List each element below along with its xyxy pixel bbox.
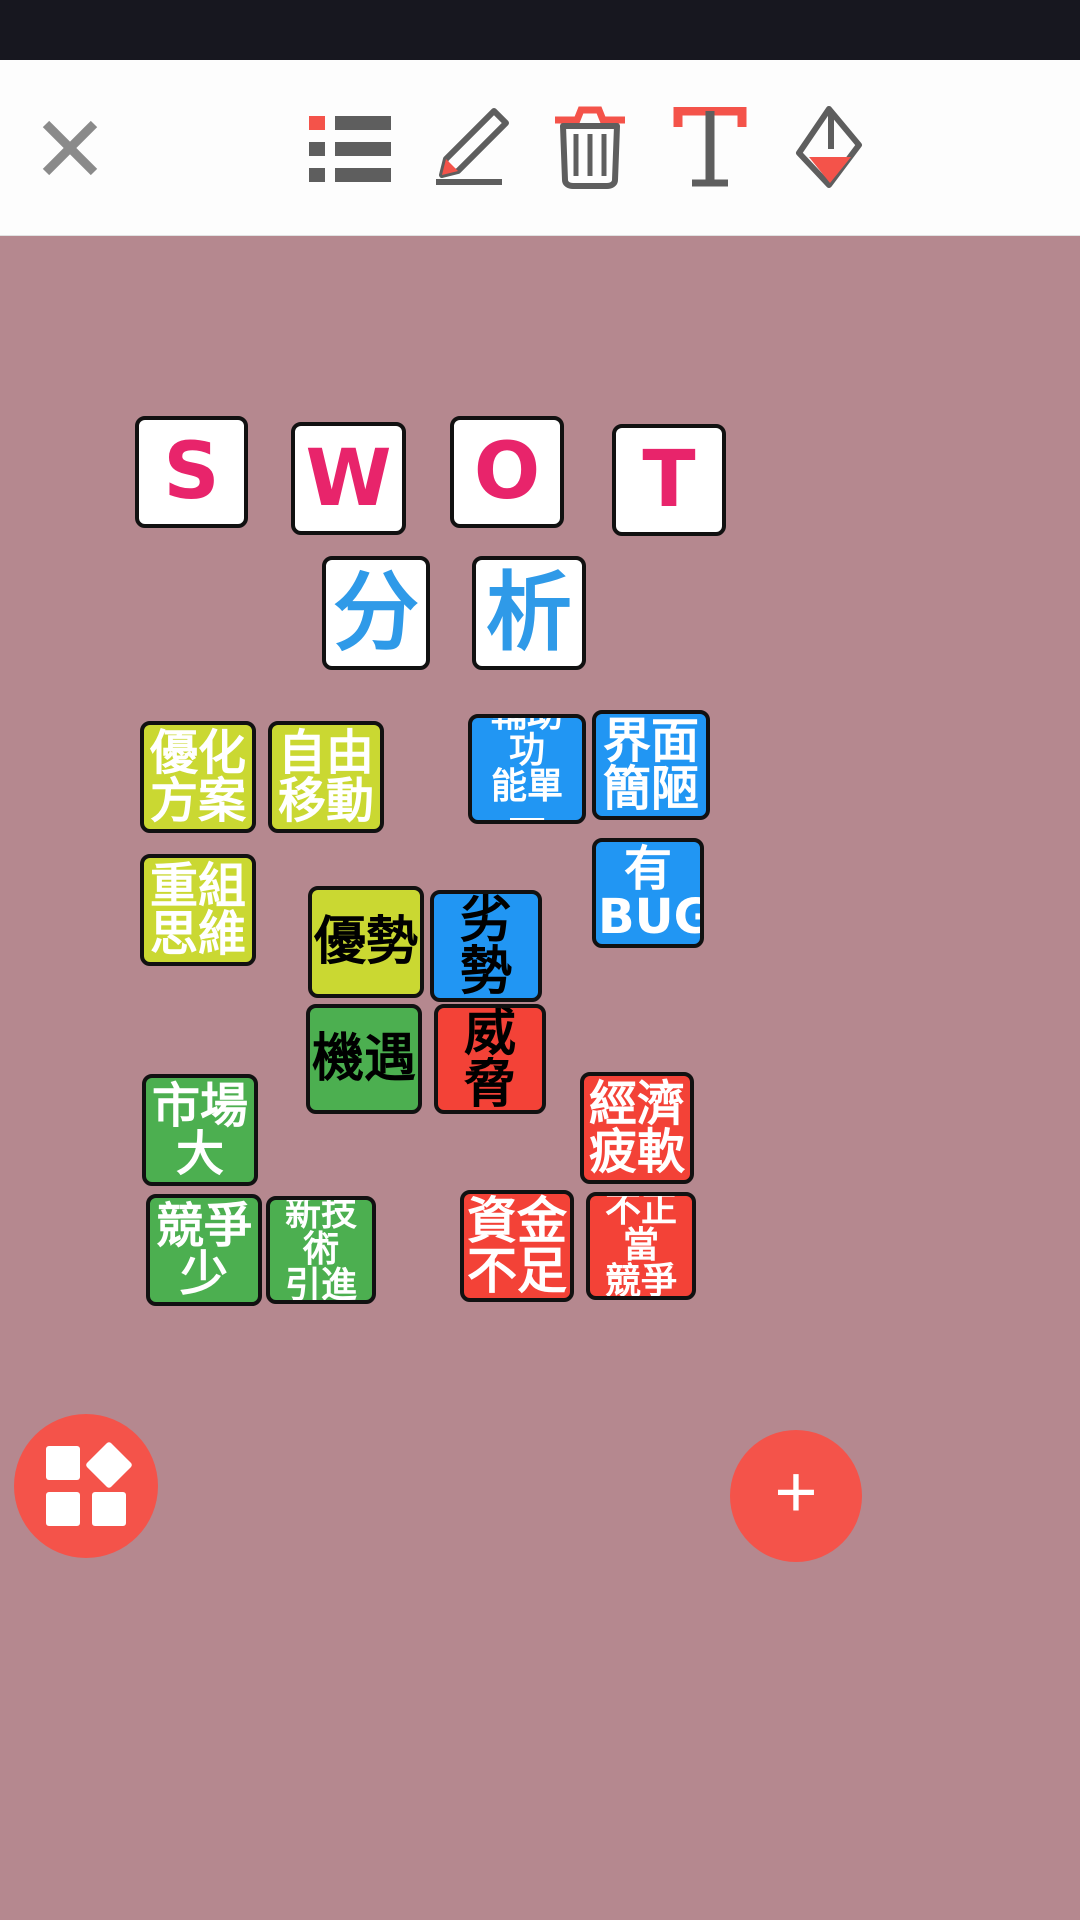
sticky-card-label: 輔助功 能單一 bbox=[490, 714, 563, 824]
sticky-card-label: 資金 不足 bbox=[467, 1192, 567, 1300]
sticky-card-s-freemove[interactable]: 自由 移動 bbox=[268, 721, 384, 833]
sticky-card-char-fen[interactable]: 分 bbox=[322, 556, 430, 670]
sticky-card-label: 不正當 競爭 bbox=[604, 1192, 677, 1300]
sticky-card-char-xi[interactable]: 析 bbox=[472, 556, 586, 670]
status-bar bbox=[0, 0, 1080, 60]
sticky-card-quad-strength[interactable]: 優勢 bbox=[308, 886, 424, 998]
sticky-card-label: S bbox=[163, 427, 220, 517]
sticky-card-label: 界面 簡陋 bbox=[602, 713, 699, 817]
sticky-card-label: W bbox=[305, 433, 392, 524]
sticky-card-o-compete[interactable]: 競爭少 bbox=[146, 1194, 262, 1306]
sticky-card-o-market[interactable]: 市場大 bbox=[142, 1074, 258, 1186]
sticky-card-letter-s[interactable]: S bbox=[135, 416, 248, 528]
sticky-card-label: T bbox=[642, 435, 696, 525]
sticky-card-label: 優勢 bbox=[314, 912, 419, 972]
pencil-icon[interactable] bbox=[410, 60, 530, 235]
shapes-fab-button[interactable] bbox=[14, 1414, 158, 1558]
sticky-card-quad-opportunity[interactable]: 機遇 bbox=[306, 1004, 422, 1114]
sticky-card-letter-t[interactable]: T bbox=[612, 424, 726, 536]
sticky-card-label: 劣勢 bbox=[459, 890, 512, 1002]
sticky-card-label: 優化 方案 bbox=[149, 725, 246, 829]
sticky-card-t-unfair[interactable]: 不正當 競爭 bbox=[586, 1192, 696, 1300]
sticky-card-t-funding[interactable]: 資金 不足 bbox=[460, 1190, 574, 1302]
sticky-card-label: 自由 移動 bbox=[277, 725, 374, 829]
sticky-note-canvas[interactable]: S W O T 分析優化 方案 自由 移動 重組 思維 輔助功 能單一 界面 簡陋有 BUG 優勢 劣勢 機遇 威脅… bbox=[0, 236, 1080, 1920]
sticky-card-label: 機遇 bbox=[312, 1029, 417, 1089]
sticky-card-o-newtech[interactable]: 新技術 引進 bbox=[266, 1196, 376, 1304]
sticky-card-s-optimize[interactable]: 優化 方案 bbox=[140, 721, 256, 833]
sticky-card-w-assist[interactable]: 輔助功 能單一 bbox=[468, 714, 586, 824]
toolbar bbox=[0, 60, 1080, 236]
sticky-card-t-economy[interactable]: 經濟 疲軟 bbox=[580, 1072, 694, 1184]
list-icon[interactable] bbox=[290, 60, 410, 235]
sticky-card-label: 威脅 bbox=[463, 1004, 516, 1114]
shapes-icon bbox=[46, 1442, 132, 1526]
close-icon[interactable] bbox=[10, 60, 130, 235]
add-fab-button[interactable]: + bbox=[730, 1430, 862, 1562]
sticky-card-label: 市場大 bbox=[151, 1078, 248, 1182]
sticky-card-label: 經濟 疲軟 bbox=[588, 1076, 685, 1180]
sticky-card-quad-threat[interactable]: 威脅 bbox=[434, 1004, 546, 1114]
text-icon[interactable] bbox=[650, 60, 770, 235]
sticky-card-label: 競爭少 bbox=[155, 1198, 252, 1302]
sticky-card-label: 新技術 引進 bbox=[284, 1196, 357, 1304]
sticky-card-label: 有 BUG bbox=[598, 841, 704, 945]
sticky-card-label: 析 bbox=[486, 563, 572, 663]
fill-icon[interactable] bbox=[770, 60, 890, 235]
sticky-card-label: 分 bbox=[333, 563, 419, 663]
trash-icon[interactable] bbox=[530, 60, 650, 235]
sticky-card-w-bug[interactable]: 有 BUG bbox=[592, 838, 704, 948]
sticky-card-s-rethink[interactable]: 重組 思維 bbox=[140, 854, 256, 966]
sticky-card-w-ui[interactable]: 界面 簡陋 bbox=[592, 710, 710, 820]
sticky-card-label: O bbox=[473, 427, 541, 517]
plus-icon: + bbox=[774, 1450, 818, 1533]
sticky-card-letter-w[interactable]: W bbox=[291, 422, 406, 535]
sticky-card-letter-o[interactable]: O bbox=[450, 416, 564, 528]
sticky-card-label: 重組 思維 bbox=[149, 858, 246, 962]
sticky-card-quad-weakness[interactable]: 劣勢 bbox=[430, 890, 542, 1002]
swot-editor-screen: S W O T 分析優化 方案 自由 移動 重組 思維 輔助功 能單一 界面 簡陋有 BUG 優勢 劣勢 機遇 威脅… bbox=[0, 0, 1080, 1920]
